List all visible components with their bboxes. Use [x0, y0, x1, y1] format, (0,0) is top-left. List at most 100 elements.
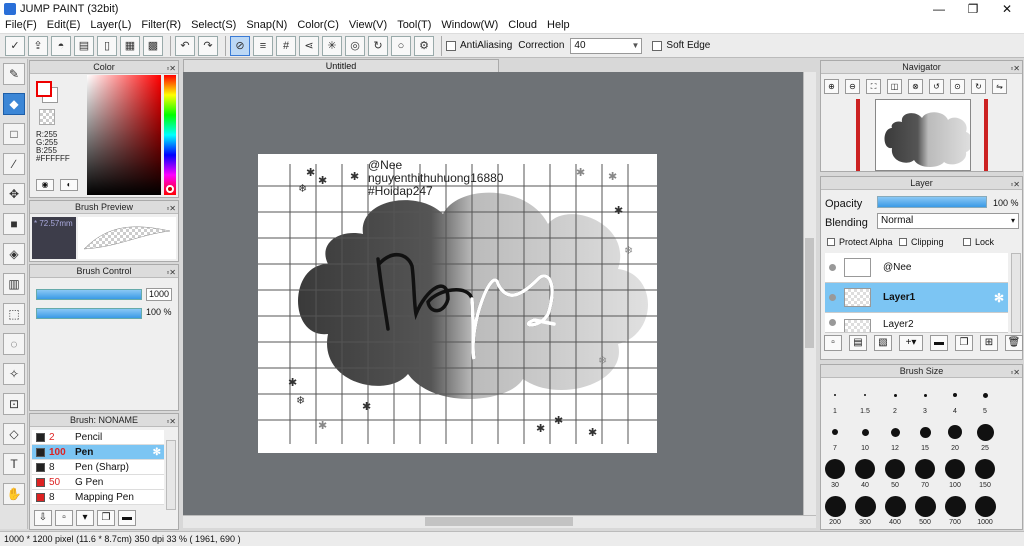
- brush-tool-icon[interactable]: ✎: [3, 63, 25, 85]
- snap-concentric-icon[interactable]: ◎: [345, 35, 365, 56]
- menu-edit[interactable]: Edit(E): [42, 19, 86, 31]
- brush-item-pencil[interactable]: 2 Pencil: [32, 430, 164, 445]
- bucket-tool-icon[interactable]: ◈: [3, 243, 25, 265]
- lock-checkbox[interactable]: [963, 238, 971, 246]
- layer-visibility-icon[interactable]: [829, 294, 836, 301]
- brush-size-dot[interactable]: [825, 459, 845, 479]
- vertical-scroll-thumb[interactable]: [805, 238, 814, 348]
- gear-icon[interactable]: ✻: [153, 447, 161, 458]
- snap-settings-icon[interactable]: ⚙: [414, 35, 434, 56]
- select-tool-icon[interactable]: ⬚: [3, 303, 25, 325]
- brush-size-dot[interactable]: [854, 495, 876, 517]
- redo-icon[interactable]: ↷: [198, 35, 218, 56]
- panel-pin-icon[interactable]: ▫✕: [1010, 62, 1020, 75]
- delete-layer-icon[interactable]: 🗑: [1005, 335, 1023, 351]
- layer-visibility-icon[interactable]: [829, 319, 836, 326]
- brush-size-dot[interactable]: [945, 459, 965, 479]
- blending-select[interactable]: Normal ▾: [877, 213, 1019, 229]
- page-icon[interactable]: ▯: [97, 35, 117, 56]
- add-layer-menu-icon[interactable]: +▾: [899, 335, 923, 351]
- panel-pin-icon[interactable]: ▫✕: [1010, 366, 1020, 379]
- panel-pin-icon[interactable]: ▫✕: [1010, 178, 1020, 191]
- cloud-sync-icon[interactable]: ✓: [5, 35, 25, 56]
- palette-icon[interactable]: ◐: [60, 179, 78, 191]
- rotate-right-icon[interactable]: ↻: [971, 79, 986, 94]
- zoom-custom-icon[interactable]: ⊗: [908, 79, 923, 94]
- brush-size-dot[interactable]: [855, 459, 875, 479]
- brush-size-dot[interactable]: [884, 495, 906, 517]
- layer-visibility-icon[interactable]: [829, 264, 836, 271]
- snap-perspective-icon[interactable]: ⋖: [299, 35, 319, 56]
- brush-size-dot[interactable]: [864, 394, 866, 396]
- snap-off-icon[interactable]: ⊘: [230, 35, 250, 56]
- brush-size-dot[interactable]: [834, 394, 836, 396]
- brush-size-dot[interactable]: [832, 429, 838, 435]
- brush-size-dot[interactable]: [890, 427, 900, 437]
- brush-download-icon[interactable]: ⇩: [34, 510, 52, 526]
- saturation-value-picker[interactable]: [87, 75, 161, 195]
- menu-filter[interactable]: Filter(R): [136, 19, 186, 31]
- brush-size-dot[interactable]: [974, 495, 996, 517]
- brush-list-scrollbar[interactable]: [166, 440, 176, 510]
- eraser-tool-icon[interactable]: ◆: [3, 93, 25, 115]
- brush-size-dot[interactable]: [923, 393, 927, 397]
- rotate-reset-icon[interactable]: ⊙: [950, 79, 965, 94]
- gradient-tool-icon[interactable]: ▥: [3, 273, 25, 295]
- menu-select[interactable]: Select(S): [186, 19, 241, 31]
- menu-tool[interactable]: Tool(T): [392, 19, 436, 31]
- brush-size-dot[interactable]: [893, 393, 897, 397]
- select-pen-tool-icon[interactable]: ⊡: [3, 393, 25, 415]
- comment-icon[interactable]: ◓: [51, 35, 71, 56]
- document-icon[interactable]: ▦: [120, 35, 140, 56]
- layer-opacity-slider[interactable]: [877, 196, 987, 208]
- new-layer-copy-icon[interactable]: ▤: [849, 335, 867, 351]
- duplicate-layer-icon[interactable]: ❐: [955, 335, 973, 351]
- line-tool-icon[interactable]: ∕: [3, 153, 25, 175]
- brush-size-dot[interactable]: [885, 459, 905, 479]
- panel-pin-icon[interactable]: ▫✕: [166, 62, 176, 75]
- canvas-paper[interactable]: ✱ ✱ ❄ ✱ ✱ ✱ ✱ ❄ ✱ ❄ ✱ ✱ ✱ ✱ ✱ ❄: [258, 154, 657, 453]
- new-layer-paste-icon[interactable]: ▧: [874, 335, 892, 351]
- actual-size-icon[interactable]: ◫: [887, 79, 902, 94]
- eyedropper-icon[interactable]: ◉: [36, 179, 54, 191]
- close-button[interactable]: ✕: [990, 0, 1024, 17]
- protect-alpha-toggle[interactable]: Protect Alpha: [827, 237, 893, 247]
- snap-grid-icon[interactable]: #: [276, 35, 296, 56]
- document-tab[interactable]: Untitled: [183, 59, 499, 72]
- flip-icon[interactable]: ⇋: [992, 79, 1007, 94]
- brush-menu-icon[interactable]: ▾: [76, 510, 94, 526]
- merge-layer-icon[interactable]: ⊞: [980, 335, 998, 351]
- rotate-left-icon[interactable]: ↺: [929, 79, 944, 94]
- minimize-button[interactable]: —: [922, 0, 956, 17]
- brush-folder-icon[interactable]: ▬: [118, 510, 136, 526]
- hue-slider[interactable]: [164, 75, 176, 195]
- menu-file[interactable]: File(F): [0, 19, 42, 31]
- brush-size-dot[interactable]: [953, 393, 957, 397]
- layer-row-layer1[interactable]: Layer1 ✻: [825, 283, 1008, 313]
- antialiasing-toggle[interactable]: AntiAliasing: [446, 40, 512, 51]
- new-brush-icon[interactable]: ▫: [55, 510, 73, 526]
- brush-item-mapping-pen[interactable]: 8 Mapping Pen: [32, 490, 164, 505]
- snap-ellipse-icon[interactable]: ○: [391, 35, 411, 56]
- layer-folder-icon[interactable]: ▬: [930, 335, 948, 351]
- correction-select[interactable]: 40 ▼: [570, 37, 643, 54]
- brush-size-dot[interactable]: [982, 392, 988, 398]
- gear-icon[interactable]: ✻: [994, 291, 1004, 305]
- navigator-thumbnail[interactable]: [875, 99, 972, 171]
- soft-edge-checkbox[interactable]: [652, 40, 663, 51]
- brush-opacity-slider[interactable]: [36, 308, 142, 319]
- brush-size-slider[interactable]: [36, 289, 142, 300]
- new-layer-icon[interactable]: ▫: [824, 335, 842, 351]
- hand-tool-icon[interactable]: ✋: [3, 483, 25, 505]
- panel-pin-icon[interactable]: ▫✕: [166, 266, 176, 279]
- brush-size-dot[interactable]: [824, 495, 846, 517]
- menu-color[interactable]: Color(C): [292, 19, 344, 31]
- layer-list-scrollbar[interactable]: [1011, 253, 1021, 333]
- panel-pin-icon[interactable]: ▫✕: [166, 202, 176, 215]
- soft-edge-toggle[interactable]: Soft Edge: [652, 40, 710, 51]
- lasso-tool-icon[interactable]: ◌: [3, 333, 25, 355]
- menu-window[interactable]: Window(W): [436, 19, 503, 31]
- export-icon[interactable]: ⇪: [28, 35, 48, 56]
- fill-rect-tool-icon[interactable]: ■: [3, 213, 25, 235]
- fit-view-icon[interactable]: ⛶: [866, 79, 881, 94]
